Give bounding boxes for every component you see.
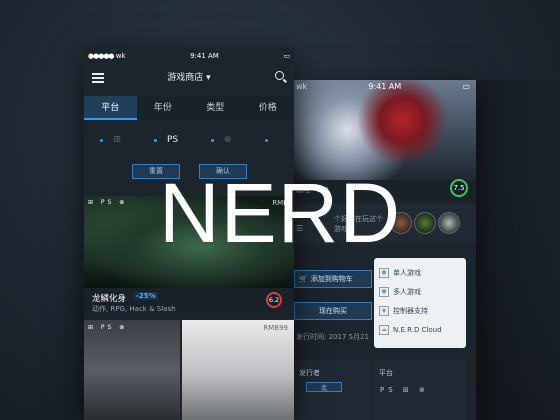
platform-option-playstation[interactable]: PS <box>153 135 179 145</box>
score-badge: 7.5 <box>450 179 468 197</box>
friend-avatar[interactable] <box>438 212 460 234</box>
playstation-icon: PS <box>166 135 179 145</box>
game-card-image[interactable] <box>84 320 180 420</box>
game-title: 龙鳞化身 <box>92 294 127 304</box>
feature-item: ◆ 控制器支持 <box>379 301 461 320</box>
screenshot: wk 9:41 AM ▭ 冒险 · 3 D 7.5 ☰ 个好友在玩这个游戏 🛒 … <box>0 0 560 420</box>
feature-label: 控制器支持 <box>393 306 428 315</box>
status-bar: ●●●●● wk 9:41 AM ▭ <box>88 52 290 62</box>
platform-option-windows[interactable]: ⊞ <box>100 135 121 145</box>
features-panel: ● 单人游戏 ● 多人游戏 ◆ 控制器支持 ☁ N.E.R.D Cloud <box>374 258 466 348</box>
discount-badge: -25% <box>134 292 158 300</box>
feature-item: ☁ N.E.R.D Cloud <box>379 320 461 339</box>
tab-year[interactable]: 年份 <box>137 96 190 120</box>
publisher-card: 发行者 北 <box>294 360 372 420</box>
game-card-image[interactable] <box>182 320 294 420</box>
time: 9:41 AM <box>190 52 219 60</box>
platform-label: 平台 <box>379 369 393 377</box>
game-tags: 动作, RPG, Hack & Slash <box>92 305 176 313</box>
back-time: 9:41 AM <box>368 82 402 91</box>
windows-icon: ⊞ <box>113 135 122 145</box>
buy-now-button[interactable]: 现在购买 <box>294 302 372 320</box>
feature-item: ● 单人游戏 <box>379 263 461 282</box>
carrier: ●●●●● wk <box>88 52 126 62</box>
feature-label: 单人游戏 <box>393 268 421 277</box>
cloud-icon: ☁ <box>379 324 389 335</box>
tab-price[interactable]: 价格 <box>242 96 295 120</box>
publisher-label: 发行者 <box>299 369 320 377</box>
filter-tabs: 平台 年份 类型 价格 <box>84 96 294 120</box>
feature-label: N.E.R.D Cloud <box>393 325 442 334</box>
back-carrier: wk <box>296 82 308 91</box>
platform-icons: PS ⊞ ⊗ <box>380 386 429 394</box>
game-platform-icons: ⊞ PS ⊗ <box>88 199 128 206</box>
platform-selector: ⊞ PS ⊗ <box>84 128 294 152</box>
score-badge: 6.2 <box>266 292 282 308</box>
signal-icon: ●●●●● <box>88 52 115 60</box>
back-status-bar: wk 9:41 AM ▭ <box>296 82 470 94</box>
game-price: RMB99 <box>263 324 288 332</box>
person-icon: ● <box>379 267 389 278</box>
game-hero-image <box>292 80 476 180</box>
xbox-icon: ⊗ <box>224 135 232 145</box>
gamepad-icon: ◆ <box>379 305 389 316</box>
add-to-cart-label: 添加到购物车 <box>310 275 353 283</box>
battery-icon: ▭ <box>283 52 290 60</box>
platform-card: 平台 PS ⊞ ⊗ <box>374 360 466 420</box>
tab-genre[interactable]: 类型 <box>189 96 242 120</box>
store-title-dropdown[interactable]: 游戏商店 ▾ <box>84 70 294 83</box>
tab-platform[interactable]: 平台 <box>84 96 137 120</box>
search-icon[interactable] <box>275 71 284 80</box>
people-icon: ● <box>379 286 389 297</box>
battery-icon: ▭ <box>462 82 470 91</box>
cart-icon: 🛒 <box>299 275 308 283</box>
feature-item: ● 多人游戏 <box>379 282 461 301</box>
release-date: 发行时间: 2017 5月21 <box>296 333 369 341</box>
add-to-cart-button[interactable]: 🛒 添加到购物车 <box>294 270 372 288</box>
shadow <box>476 80 560 420</box>
game-platform-icons: ⊞ PS ⊗ <box>88 324 128 331</box>
feature-label: 多人游戏 <box>393 287 421 296</box>
platform-option-apple[interactable] <box>264 138 278 142</box>
carrier-label: wk <box>115 52 126 60</box>
platform-option-xbox[interactable]: ⊗ <box>211 135 232 145</box>
brand-overlay: NERD <box>158 166 401 260</box>
publisher-button[interactable]: 北 <box>306 382 342 392</box>
